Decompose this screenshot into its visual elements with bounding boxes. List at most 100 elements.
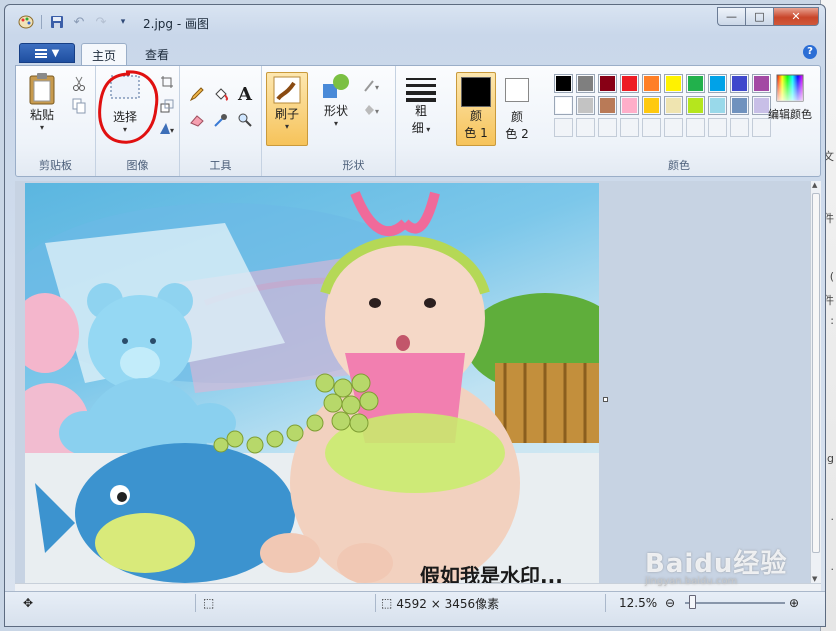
- fill-bucket-icon[interactable]: [210, 84, 232, 104]
- brush-icon: [272, 75, 302, 105]
- bg-text: .: [830, 560, 835, 573]
- window-title: 2.jpg - 画图: [143, 17, 209, 31]
- outline-icon[interactable]: ▾: [362, 76, 384, 96]
- palette-swatch[interactable]: [576, 74, 595, 93]
- scroll-up-icon[interactable]: ▲: [812, 181, 817, 189]
- undo-icon[interactable]: ↶: [70, 14, 88, 30]
- color1-button[interactable]: 颜 色 1: [456, 72, 496, 146]
- scroll-down-icon[interactable]: ▼: [812, 575, 817, 583]
- active-colors-group: 颜 色 1 颜 色 2: [446, 66, 536, 176]
- cut-icon[interactable]: [68, 74, 90, 94]
- shapes-button[interactable]: 形状 ▾: [318, 72, 354, 128]
- edit-colors-label: 编辑颜色: [768, 108, 812, 121]
- resize-icon[interactable]: [156, 96, 178, 116]
- bg-text: .: [830, 510, 835, 523]
- chevron-down-icon: ▼: [51, 47, 60, 59]
- color2-swatch: [505, 78, 529, 102]
- title-bar[interactable]: ↶ ↷ ▾ 2.jpg - 画图 — □ ✕: [5, 5, 825, 35]
- palette-custom-slot[interactable]: [664, 118, 683, 137]
- palette-swatch[interactable]: [554, 96, 573, 115]
- palette-swatch[interactable]: [708, 96, 727, 115]
- close-button[interactable]: ✕: [773, 7, 819, 26]
- size-button[interactable]: 粗 细 ▾: [402, 76, 440, 136]
- minimize-button[interactable]: —: [717, 7, 745, 26]
- fill-icon[interactable]: ▾: [362, 100, 384, 120]
- color2-label-1: 颜: [510, 110, 523, 124]
- palette-swatch[interactable]: [620, 96, 639, 115]
- ribbon: 粘贴 ▾ 剪贴板 选择 ▾ ▾ 图像 A 工具 刷子 ▾ 形状 ▾ ▾ ▾ 形状…: [15, 65, 821, 177]
- palette-swatch[interactable]: [598, 74, 617, 93]
- palette-custom-slot[interactable]: [576, 118, 595, 137]
- redo-icon[interactable]: ↷: [92, 14, 110, 30]
- palette-swatch[interactable]: [708, 74, 727, 93]
- canvas-resize-handle[interactable]: [603, 397, 608, 402]
- customize-icon[interactable]: ▾: [114, 14, 132, 30]
- rotate-icon[interactable]: ▾: [156, 118, 178, 138]
- palette-swatch[interactable]: [686, 96, 705, 115]
- palette-swatch[interactable]: [620, 74, 639, 93]
- menu-lines-icon: [34, 48, 47, 58]
- palette-swatch[interactable]: [642, 96, 661, 115]
- palette-custom-slot[interactable]: [730, 118, 749, 137]
- copy-icon[interactable]: [68, 96, 90, 116]
- color1-label-1: 颜: [469, 109, 482, 123]
- palette-custom-slot[interactable]: [620, 118, 639, 137]
- palette-custom-slot[interactable]: [554, 118, 573, 137]
- tab-home[interactable]: 主页: [81, 43, 128, 66]
- status-divider: [605, 594, 606, 612]
- pencil-icon[interactable]: [186, 84, 208, 104]
- image-group: 选择 ▾ ▾ 图像: [96, 66, 180, 176]
- size-label-1: 粗: [414, 104, 427, 118]
- crop-icon[interactable]: [156, 72, 178, 92]
- palette-custom-slot[interactable]: [708, 118, 727, 137]
- palette-swatch[interactable]: [686, 74, 705, 93]
- scrollbar-thumb[interactable]: [812, 193, 820, 553]
- palette-swatch[interactable]: [598, 96, 617, 115]
- paint-window: ↶ ↷ ▾ 2.jpg - 画图 — □ ✕ ▼ 主页 查看 ? 粘贴 ▾ 剪贴…: [4, 4, 826, 627]
- zoom-slider-thumb[interactable]: [689, 595, 696, 609]
- svg-text:▾: ▾: [375, 83, 379, 92]
- watermark-brand: Baidu经验: [645, 549, 788, 579]
- maximize-button[interactable]: □: [745, 7, 773, 26]
- canvas-work-area[interactable]: 假如我是水印...: [15, 181, 810, 583]
- chevron-down-icon: ▾: [39, 123, 44, 132]
- palette-swatch[interactable]: [730, 74, 749, 93]
- cursor-position-icon: ✥: [23, 596, 34, 610]
- brush-label: 刷子: [274, 107, 299, 121]
- shapes-icon: [321, 72, 351, 102]
- application-menu-button[interactable]: ▼: [19, 43, 75, 63]
- quick-access-toolbar: ↶ ↷ ▾: [17, 14, 132, 30]
- brush-button[interactable]: 刷子 ▾: [266, 72, 308, 146]
- palette-swatch[interactable]: [554, 74, 573, 93]
- text-tool-icon[interactable]: A: [234, 84, 256, 105]
- zoom-slider[interactable]: [685, 592, 785, 614]
- magnifier-icon[interactable]: [234, 110, 256, 130]
- palette-swatch[interactable]: [664, 74, 683, 93]
- eraser-icon[interactable]: [186, 110, 208, 130]
- vertical-scrollbar[interactable]: ▲ ▼: [810, 181, 821, 583]
- paint-app-icon[interactable]: [17, 14, 35, 30]
- palette-custom-slot[interactable]: [686, 118, 705, 137]
- zoom-out-button[interactable]: ⊖: [665, 592, 675, 614]
- palette-custom-slot[interactable]: [598, 118, 617, 137]
- tab-view[interactable]: 查看: [135, 43, 179, 65]
- edit-colors-button[interactable]: 编辑颜色: [762, 74, 818, 122]
- palette-swatch[interactable]: [664, 96, 683, 115]
- color1-label-2: 色 1: [464, 126, 488, 140]
- palette-custom-slot[interactable]: [642, 118, 661, 137]
- color2-button[interactable]: 颜 色 2: [500, 76, 534, 142]
- palette-swatch[interactable]: [576, 96, 595, 115]
- status-divider: [195, 594, 196, 612]
- clipboard-icon: [27, 72, 57, 106]
- canvas-image[interactable]: 假如我是水印...: [25, 183, 599, 583]
- zoom-in-button[interactable]: ⊕: [789, 592, 799, 614]
- help-icon[interactable]: ?: [803, 45, 817, 59]
- save-icon[interactable]: [48, 14, 66, 30]
- color-picker-icon[interactable]: [210, 110, 232, 130]
- paste-button[interactable]: 粘贴 ▾: [24, 72, 60, 132]
- palette-swatch[interactable]: [642, 74, 661, 93]
- bg-text: (: [829, 270, 834, 283]
- selection-size-icon: ⬚: [203, 596, 215, 610]
- palette-swatch[interactable]: [730, 96, 749, 115]
- shapes-group: 形状 ▾ ▾ ▾ 形状: [312, 66, 396, 176]
